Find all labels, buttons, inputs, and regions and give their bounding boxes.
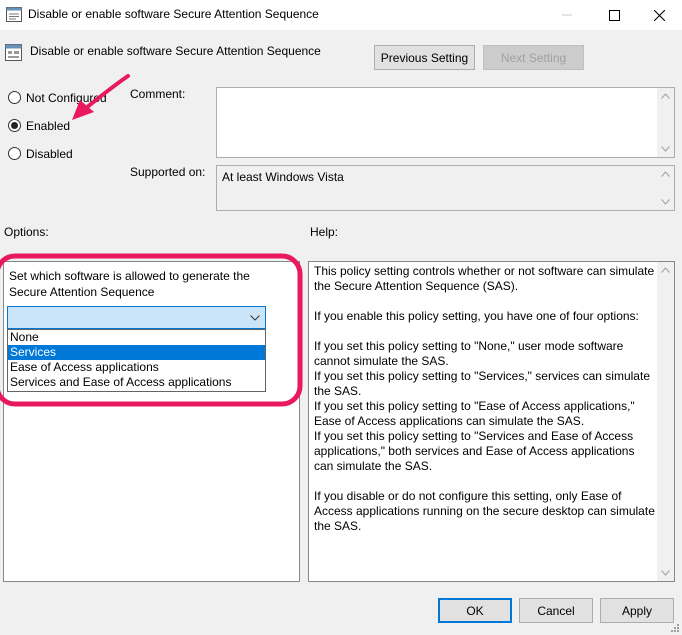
next-setting-button[interactable]: Next Setting <box>483 45 584 70</box>
scroll-down-arrow-icon[interactable] <box>661 570 670 576</box>
help-scrollbar[interactable] <box>657 262 674 581</box>
minimize-button[interactable] <box>544 0 590 30</box>
help-paragraph: If you disable or do not configure this … <box>314 489 655 533</box>
radio-not-configured[interactable] <box>8 91 21 104</box>
cancel-button[interactable]: Cancel <box>519 598 593 623</box>
apply-button[interactable]: Apply <box>600 598 674 623</box>
help-option-line: If you set this policy setting to "Ease … <box>314 399 635 428</box>
supported-scrollbar[interactable] <box>657 166 674 210</box>
policy-setting-icon <box>5 44 22 61</box>
supported-on-box: At least Windows Vista <box>216 165 675 211</box>
previous-setting-button[interactable]: Previous Setting <box>374 45 475 70</box>
scroll-up-arrow-icon[interactable] <box>661 93 670 99</box>
software-dropdown[interactable] <box>7 306 266 329</box>
options-description: Set which software is allowed to generat… <box>9 269 250 299</box>
maximize-button[interactable] <box>591 0 637 30</box>
policy-title: Disable or enable software Secure Attent… <box>30 44 321 58</box>
dropdown-option-ease-of-access[interactable]: Ease of Access applications <box>8 360 265 375</box>
resize-grip-icon[interactable] <box>668 621 680 633</box>
policy-window-icon <box>6 7 22 22</box>
dropdown-option-none[interactable]: None <box>8 330 265 345</box>
dropdown-option-services-and-ease[interactable]: Services and Ease of Access applications <box>8 375 265 390</box>
comment-scrollbar[interactable] <box>657 88 674 157</box>
scroll-up-arrow-icon[interactable] <box>661 267 670 273</box>
help-option-line: If you set this policy setting to "Servi… <box>314 369 650 398</box>
radio-disabled[interactable] <box>8 147 21 160</box>
radio-label-enabled[interactable]: Enabled <box>26 119 70 133</box>
dropdown-list: None Services Ease of Access application… <box>7 329 266 392</box>
window-title: Disable or enable software Secure Attent… <box>28 7 319 21</box>
radio-label-disabled[interactable]: Disabled <box>26 147 73 161</box>
help-section-label: Help: <box>310 225 339 239</box>
help-text: This policy setting controls whether or … <box>314 264 656 549</box>
scroll-down-arrow-icon[interactable] <box>661 146 670 152</box>
ok-button[interactable]: OK <box>438 598 512 623</box>
close-window-button[interactable] <box>636 0 682 30</box>
options-panel: Set which software is allowed to generat… <box>3 261 300 582</box>
comment-textarea[interactable] <box>216 87 675 158</box>
help-option-line: If you set this policy setting to "None,… <box>314 339 624 368</box>
help-option-line: If you set this policy setting to "Servi… <box>314 429 635 473</box>
radio-label-not-configured[interactable]: Not Configured <box>26 91 107 105</box>
comment-label: Comment: <box>130 87 186 101</box>
supported-on-label: Supported on: <box>130 165 206 179</box>
chevron-down-icon <box>250 315 260 321</box>
close-icon <box>653 9 665 21</box>
scroll-up-arrow-icon[interactable] <box>661 171 670 177</box>
title-bar: Disable or enable software Secure Attent… <box>0 0 682 30</box>
maximize-icon <box>608 9 620 21</box>
help-paragraph: If you enable this policy setting, you h… <box>314 309 639 323</box>
options-section-label: Options: <box>4 225 49 239</box>
help-panel: This policy setting controls whether or … <box>308 261 675 582</box>
dropdown-option-services[interactable]: Services <box>8 345 265 360</box>
help-paragraph: This policy setting controls whether or … <box>314 264 655 293</box>
minimize-icon <box>562 14 572 16</box>
scroll-down-arrow-icon[interactable] <box>661 199 670 205</box>
radio-enabled[interactable] <box>8 119 21 132</box>
supported-on-value: At least Windows Vista <box>222 170 344 184</box>
